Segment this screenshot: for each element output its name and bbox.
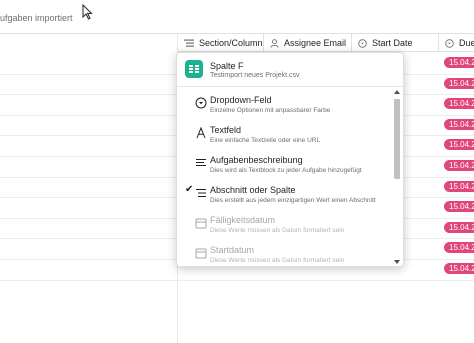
- dropdown-circle-icon: [445, 38, 454, 48]
- section-icon: [196, 189, 206, 197]
- column-header-start-date[interactable]: Start Date: [352, 34, 439, 52]
- check-icon: ✔: [185, 184, 194, 195]
- dropdown-circle-icon: [195, 97, 207, 109]
- option-description: Dies erstellt aus jedem einzigartigen We…: [210, 197, 376, 204]
- column-header-label: Assignee Email: [284, 38, 347, 48]
- due-date-pill[interactable]: 15.04.20: [444, 78, 474, 89]
- scrollbar-thumb[interactable]: [394, 99, 400, 179]
- due-date-pill[interactable]: 15.04.20: [444, 160, 474, 171]
- dropdown-scrollbar[interactable]: [392, 89, 402, 265]
- text-a-icon: [196, 127, 206, 139]
- column-header-assignee[interactable]: Assignee Email: [264, 34, 352, 52]
- column-header-label: Section/Column: [199, 38, 263, 48]
- mouse-cursor-icon: [82, 4, 93, 20]
- due-date-pill[interactable]: 15.04.20: [444, 139, 474, 150]
- column-header-row: Section/Column Assignee Email Start Date…: [178, 34, 474, 52]
- column-header-label: Start Date: [372, 38, 413, 48]
- column-header-due[interactable]: Due: [439, 34, 474, 52]
- dropdown-circle-icon: [358, 38, 367, 48]
- dropdown-source-column: Spalte F Testimport neues Projekt.csv: [177, 53, 403, 87]
- due-date-pill[interactable]: 15.04.20: [444, 263, 474, 274]
- option-title: Aufgabenbeschreibung: [210, 155, 303, 165]
- option-title: Dropdown-Feld: [210, 95, 272, 105]
- person-icon: [270, 38, 279, 48]
- column-header-section[interactable]: Section/Column: [178, 34, 264, 52]
- due-date-pill[interactable]: 15.04.20: [444, 119, 474, 130]
- option-description: Diese Werte müssen als Datum formatiert …: [210, 257, 345, 264]
- calendar-icon: [195, 218, 207, 229]
- import-status-text: ufgaben importiert: [0, 13, 73, 23]
- option-description: Diese Werte müssen als Datum formatiert …: [210, 227, 345, 234]
- due-date-pill[interactable]: 15.04.20: [444, 242, 474, 253]
- spreadsheet-icon: [185, 60, 203, 78]
- option-due-date: Fälligkeitsdatum Diese Werte müssen als …: [177, 211, 391, 241]
- column-header-label: Due: [459, 38, 474, 48]
- grid-row-divider: [0, 280, 474, 281]
- due-date-pill[interactable]: 15.04.20: [444, 98, 474, 109]
- due-date-pill[interactable]: 15.04.20: [444, 181, 474, 192]
- scroll-down-arrow-icon[interactable]: [394, 260, 400, 264]
- dropdown-column-title: Spalte F: [210, 61, 244, 71]
- lines-icon: [196, 159, 206, 166]
- option-section-or-column[interactable]: ✔ Abschnitt oder Spalte Dies erstellt au…: [177, 181, 391, 211]
- due-date-pill[interactable]: 15.04.20: [444, 57, 474, 68]
- due-date-pill[interactable]: 15.04.20: [444, 222, 474, 233]
- section-icon: [184, 39, 194, 47]
- option-description: Einzelne Optionen mit anpassbarer Farbe: [210, 107, 331, 114]
- calendar-icon: [195, 248, 207, 259]
- option-title: Abschnitt oder Spalte: [210, 185, 296, 195]
- due-date-pill[interactable]: 15.04.20: [444, 201, 474, 212]
- option-dropdown-field[interactable]: Dropdown-Feld Einzelne Optionen mit anpa…: [177, 91, 391, 121]
- task-name-column: [0, 33, 178, 343]
- field-type-dropdown[interactable]: Spalte F Testimport neues Projekt.csv Dr…: [176, 52, 404, 267]
- option-start-date: Startdatum Diese Werte müssen als Datum …: [177, 241, 391, 266]
- option-description: Eine einfache Textzeile oder eine URL: [210, 137, 321, 144]
- option-text-field[interactable]: Textfeld Eine einfache Textzeile oder ei…: [177, 121, 391, 151]
- option-title: Fälligkeitsdatum: [210, 215, 276, 225]
- option-task-description[interactable]: Aufgabenbeschreibung Dies wird als Textb…: [177, 151, 391, 181]
- dropdown-file-name: Testimport neues Projekt.csv: [210, 72, 300, 79]
- option-title: Textfeld: [210, 125, 242, 135]
- option-title: Startdatum: [210, 245, 255, 255]
- scroll-up-arrow-icon[interactable]: [394, 90, 400, 94]
- option-description: Dies wird als Textblock zu jeder Aufgabe…: [210, 167, 362, 174]
